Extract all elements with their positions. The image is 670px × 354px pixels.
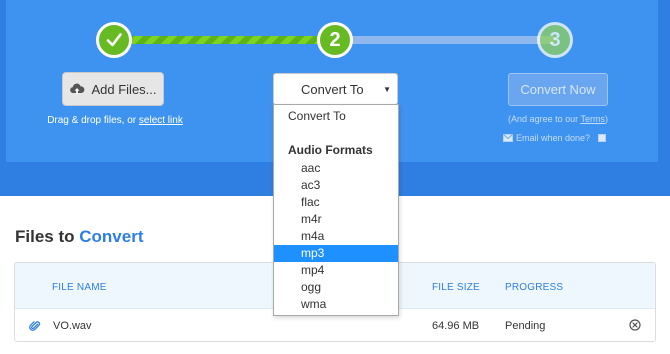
file-name: VO.wav [53,320,92,332]
convert-to-select[interactable]: Convert To ▼ [273,73,398,105]
convert-to-dropdown: Convert To Audio Formats aac ac3 flac m4… [273,104,399,316]
file-size: 64.96 MB [432,320,480,332]
option-aac[interactable]: aac [274,160,398,177]
convert-now-button[interactable]: Convert Now [508,73,608,106]
step-2-number: 2 [329,28,341,51]
drag-drop-hint: Drag & drop files, or select link [40,115,190,126]
email-label: Email when done? [516,133,591,143]
progress-track-remaining [336,36,556,44]
column-progress: PROGRESS [505,282,564,293]
convert-now-label: Convert Now [520,82,596,97]
agree-close: ) [604,114,608,124]
option-m4a[interactable]: m4a [274,228,398,245]
check-icon [106,33,122,47]
remove-icon[interactable] [629,319,641,331]
convert-to-value: Convert To [301,81,364,97]
option-mp4[interactable]: mp4 [274,262,398,279]
step-1-complete [96,22,132,58]
page: 2 3 Add Files... Drag & drop files, or s… [0,0,670,354]
files-title-part1: Files to [15,227,75,246]
add-files-button[interactable]: Add Files... [62,72,164,106]
option-flac[interactable]: flac [274,194,398,211]
email-when-done: Email when done? [503,133,607,143]
column-file-name: FILE NAME [52,282,107,293]
terms-notice: (And agree to our Terms) [494,114,622,124]
file-progress: Pending [505,320,546,332]
files-title-part2: Convert [79,227,144,246]
option-ogg[interactable]: ogg [274,279,398,296]
option-wma[interactable]: wma [274,296,398,313]
upload-cloud-icon [70,83,85,95]
step-3-number: 3 [549,28,561,51]
email-checkbox[interactable] [598,134,607,142]
terms-link[interactable]: Terms [580,114,605,124]
agree-text: (And agree to our [508,114,579,124]
option-mp3[interactable]: mp3 [274,245,398,262]
step-2-current: 2 [317,22,353,58]
progress-track-complete [118,36,336,44]
step-3-pending: 3 [537,22,573,58]
mail-icon [503,134,513,142]
select-link[interactable]: select link [139,115,183,126]
optgroup-audio-formats: Audio Formats [288,143,373,157]
add-files-label: Add Files... [91,81,157,97]
option-convert-to[interactable]: Convert To [274,108,398,125]
caret-down-icon: ▼ [383,85,391,94]
option-m4r[interactable]: m4r [274,211,398,228]
column-file-size: FILE SIZE [432,282,480,293]
option-ac3[interactable]: ac3 [274,177,398,194]
files-section-title: Files to Convert [15,227,143,247]
paperclip-icon [29,321,41,331]
drag-drop-text: Drag & drop files, or [47,115,137,126]
